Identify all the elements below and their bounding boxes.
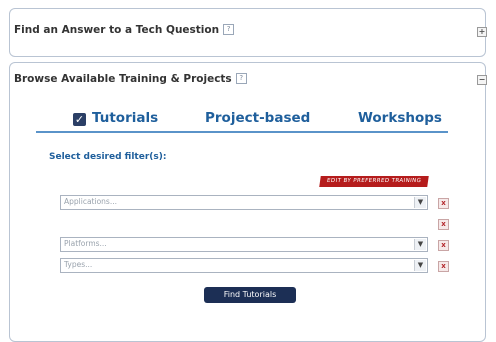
tab-underline bbox=[36, 131, 448, 133]
edit-preferred-training-button[interactable]: EDIT BY PREFERRED TRAINING bbox=[319, 176, 429, 187]
help-icon[interactable]: ? bbox=[223, 24, 235, 35]
types-select[interactable]: Types... ▼ bbox=[60, 258, 428, 273]
remove-filter-icon[interactable]: x bbox=[438, 219, 449, 230]
remove-applications-icon[interactable]: x bbox=[438, 198, 449, 209]
question-panel-title-text: Find an Answer to a Tech Question bbox=[14, 24, 220, 36]
collapse-icon[interactable]: − bbox=[477, 75, 487, 85]
remove-platforms-icon[interactable]: x bbox=[438, 240, 449, 251]
remove-types-icon[interactable]: x bbox=[438, 261, 449, 272]
tab-project-based[interactable]: Project-based bbox=[205, 110, 310, 126]
training-panel-title: Browse Available Training & Projects? bbox=[14, 73, 247, 85]
question-panel-title: Find an Answer to a Tech Question? bbox=[14, 24, 235, 36]
filter-label: Select desired filter(s): bbox=[49, 152, 167, 162]
platforms-placeholder: Platforms... bbox=[64, 239, 107, 248]
expand-icon[interactable]: + bbox=[477, 27, 487, 37]
help-icon[interactable]: ? bbox=[235, 73, 247, 84]
chevron-down-icon[interactable]: ▼ bbox=[414, 239, 426, 250]
chevron-down-icon[interactable]: ▼ bbox=[414, 260, 426, 271]
tab-workshops-label: Workshops bbox=[358, 110, 442, 126]
chevron-down-icon[interactable]: ▼ bbox=[414, 197, 426, 208]
tab-project-based-label: Project-based bbox=[205, 110, 311, 126]
platforms-select[interactable]: Platforms... ▼ bbox=[60, 237, 428, 252]
tab-workshops[interactable]: Workshops bbox=[358, 110, 442, 126]
tab-tutorials[interactable]: ✓ Tutorials bbox=[73, 110, 158, 126]
applications-placeholder: Applications... bbox=[64, 197, 117, 206]
applications-select[interactable]: Applications... ▼ bbox=[60, 195, 428, 210]
types-placeholder: Types... bbox=[64, 260, 93, 269]
training-panel-title-text: Browse Available Training & Projects bbox=[14, 73, 232, 85]
checkbox-checked-icon[interactable]: ✓ bbox=[73, 113, 86, 126]
find-tutorials-button[interactable]: Find Tutorials bbox=[204, 287, 296, 303]
tab-tutorials-label: Tutorials bbox=[92, 110, 159, 126]
